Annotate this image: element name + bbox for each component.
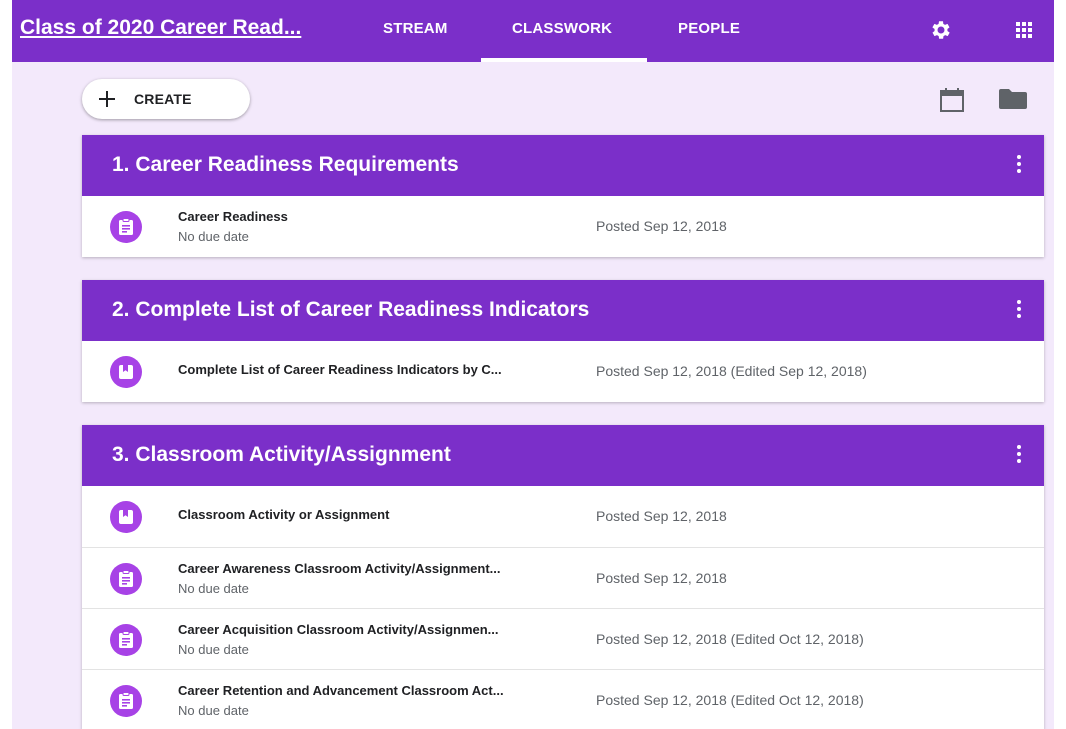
topic-card: 1. Career Readiness Requirements Career … (82, 135, 1044, 257)
list-item[interactable]: Career Acquisition Classroom Activity/As… (82, 608, 1044, 669)
course-title-link[interactable]: Class of 2020 Career Read... (20, 16, 301, 40)
list-item[interactable]: Complete List of Career Readiness Indica… (82, 341, 1044, 402)
item-posted-date: Posted Sep 12, 2018 (596, 570, 727, 586)
topic-card: 3. Classroom Activity/Assignment Classro… (82, 425, 1044, 729)
topic-card: 2. Complete List of Career Readiness Ind… (82, 280, 1044, 402)
assignment-icon (110, 685, 142, 717)
list-item[interactable]: Career Retention and Advancement Classro… (82, 669, 1044, 729)
assignment-icon (110, 563, 142, 595)
item-due-date: No due date (178, 581, 249, 596)
item-posted-date: Posted Sep 12, 2018 (Edited Oct 12, 2018… (596, 692, 864, 708)
topic-title[interactable]: 2. Complete List of Career Readiness Ind… (112, 298, 589, 322)
folder-icon[interactable] (999, 89, 1027, 109)
topic-header: 2. Complete List of Career Readiness Ind… (82, 280, 1044, 341)
calendar-icon[interactable] (939, 87, 965, 113)
classwork-page: Class of 2020 Career Read... STREAM CLAS… (12, 0, 1054, 729)
active-tab-indicator (481, 58, 647, 62)
item-posted-date: Posted Sep 12, 2018 (Edited Oct 12, 2018… (596, 631, 864, 647)
tab-stream[interactable]: STREAM (383, 20, 448, 37)
item-title: Complete List of Career Readiness Indica… (178, 362, 502, 377)
create-label: CREATE (134, 91, 192, 107)
material-icon (110, 501, 142, 533)
item-due-date: No due date (178, 703, 249, 718)
more-vert-icon[interactable] (1016, 445, 1022, 465)
item-title: Career Readiness (178, 209, 288, 224)
list-item[interactable]: Classroom Activity or Assignment Posted … (82, 486, 1044, 547)
item-posted-date: Posted Sep 12, 2018 (596, 218, 727, 234)
item-title: Career Awareness Classroom Activity/Assi… (178, 561, 501, 576)
topic-title[interactable]: 3. Classroom Activity/Assignment (112, 443, 451, 467)
item-posted-date: Posted Sep 12, 2018 (Edited Sep 12, 2018… (596, 363, 867, 379)
item-due-date: No due date (178, 642, 249, 657)
list-item[interactable]: Career Awareness Classroom Activity/Assi… (82, 547, 1044, 608)
item-posted-date: Posted Sep 12, 2018 (596, 508, 727, 524)
item-title: Career Retention and Advancement Classro… (178, 683, 504, 698)
material-icon (110, 356, 142, 388)
topic-header: 3. Classroom Activity/Assignment (82, 425, 1044, 486)
item-title: Career Acquisition Classroom Activity/As… (178, 622, 499, 637)
tab-classwork[interactable]: CLASSWORK (512, 20, 612, 37)
create-button[interactable]: CREATE (82, 79, 250, 119)
topic-header: 1. Career Readiness Requirements (82, 135, 1044, 196)
top-app-bar: Class of 2020 Career Read... STREAM CLAS… (12, 0, 1054, 62)
list-item[interactable]: Career Readiness No due date Posted Sep … (82, 196, 1044, 257)
more-vert-icon[interactable] (1016, 155, 1022, 175)
tab-people[interactable]: PEOPLE (678, 20, 740, 37)
gear-icon[interactable] (929, 18, 953, 42)
assignment-icon (110, 624, 142, 656)
apps-grid-icon[interactable] (1012, 18, 1036, 42)
assignment-icon (110, 211, 142, 243)
plus-icon (99, 91, 115, 107)
topic-title[interactable]: 1. Career Readiness Requirements (112, 153, 459, 177)
more-vert-icon[interactable] (1016, 300, 1022, 320)
item-due-date: No due date (178, 229, 249, 244)
item-title: Classroom Activity or Assignment (178, 507, 390, 522)
